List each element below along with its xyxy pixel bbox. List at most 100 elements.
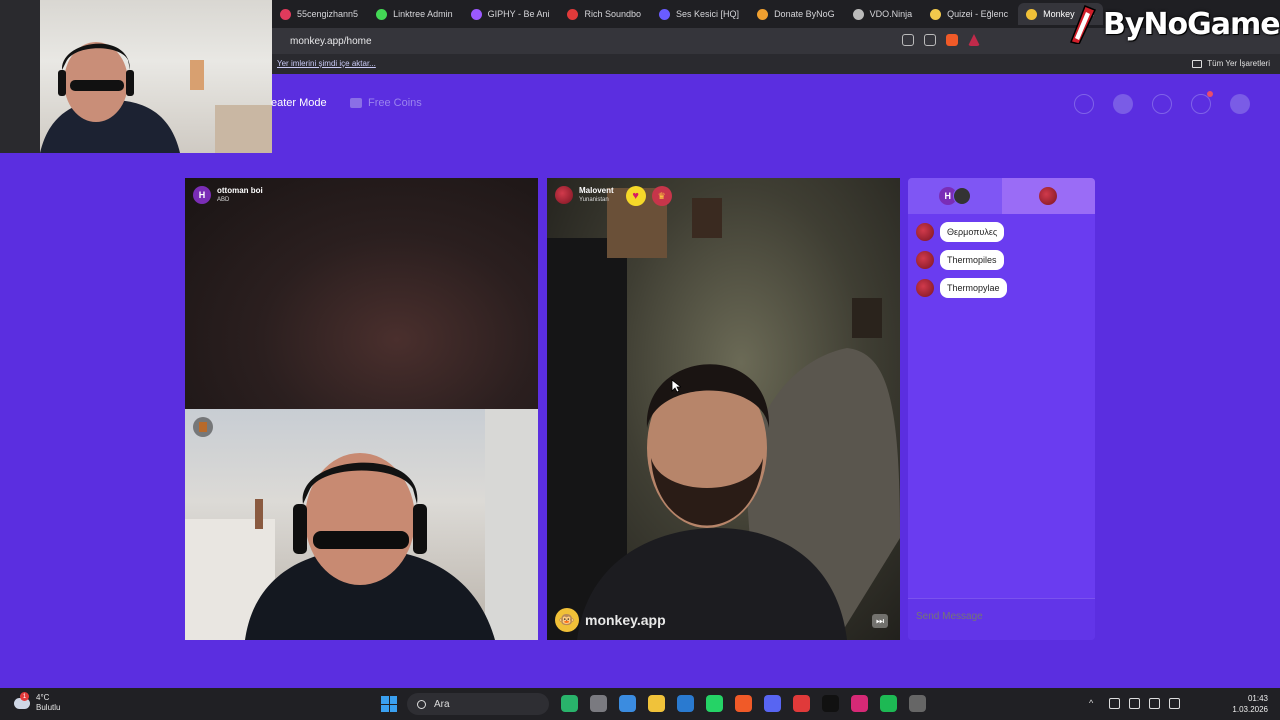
app-red-icon[interactable] xyxy=(793,695,810,712)
import-bookmarks-link[interactable]: Yer imlerini şimdi içe aktar... xyxy=(277,59,376,68)
browser-tab-label: 55cengizhann5 xyxy=(297,9,359,19)
windows-start-icon[interactable] xyxy=(381,696,397,712)
remote-video-main: Malovent Yunanistan ♥ ♛ 🐵 monkey.app ⏭ xyxy=(547,178,900,640)
windows-taskbar: 4°C Bulutlu 1 Ara ^ 01:43 1.03.2026 xyxy=(0,688,1280,720)
chat-message: Thermopiles xyxy=(916,250,1087,270)
taskbar-search-label: Ara xyxy=(434,698,450,710)
store-icon[interactable] xyxy=(619,695,636,712)
monkey-brand-text: monkey.app xyxy=(585,612,666,628)
skip-next-icon[interactable]: ⏭ xyxy=(872,614,888,628)
send-message-input[interactable] xyxy=(916,611,1086,622)
chevron-up-icon[interactable]: ^ xyxy=(1089,698,1100,709)
task-view-icon[interactable] xyxy=(590,695,607,712)
chat-message-text: Thermopylae xyxy=(940,278,1007,298)
heart-icon[interactable]: ♥ xyxy=(625,186,646,206)
chat-message-text: Thermopiles xyxy=(940,250,1004,270)
app-header: eater Mode Free Coins xyxy=(0,74,1280,138)
avatar: H xyxy=(193,186,211,204)
browser-tab-label: Linktree Admin xyxy=(393,9,453,19)
browser-tab[interactable]: Rich Soundbo xyxy=(559,3,649,25)
avatar-icon[interactable] xyxy=(1113,94,1133,114)
spotify-icon[interactable] xyxy=(880,695,897,712)
browser-tab[interactable]: Linktree Admin xyxy=(368,3,461,25)
remote-user-chip[interactable]: H ottoman boi ABD xyxy=(193,186,263,204)
browser-tab[interactable]: Donate ByNoG xyxy=(749,3,843,25)
free-coins-label: Free Coins xyxy=(368,97,422,109)
whatsapp-icon[interactable] xyxy=(706,695,723,712)
instagram-icon[interactable] xyxy=(851,695,868,712)
explorer-icon[interactable] xyxy=(648,695,665,712)
taskbar-clock[interactable]: 01:43 1.03.2026 xyxy=(1232,693,1268,715)
browser-tab[interactable]: VDO.Ninja xyxy=(845,3,921,25)
volume-icon[interactable] xyxy=(1169,698,1180,709)
mouse-cursor-icon xyxy=(671,379,681,393)
browser-tab[interactable]: 55cengizhann5 xyxy=(272,3,366,25)
dino-icon[interactable] xyxy=(561,695,578,712)
chat-tab-partner[interactable]: H xyxy=(908,178,1002,214)
chat-icon[interactable] xyxy=(1191,91,1213,114)
tab-favicon-icon xyxy=(1026,8,1038,20)
bynogame-logo-icon xyxy=(1069,5,1097,44)
brave-icon[interactable] xyxy=(735,695,752,712)
app-record-icon[interactable] xyxy=(909,695,926,712)
weather-desc: Bulutlu xyxy=(36,703,61,712)
weather-temp: 4°C xyxy=(36,693,50,702)
brave-rewards-icon[interactable] xyxy=(968,34,980,46)
brave-shield-icon[interactable] xyxy=(946,34,958,46)
folder-icon xyxy=(1192,59,1203,68)
avatar xyxy=(1039,187,1058,205)
display-icon[interactable] xyxy=(1149,698,1160,709)
chat-message: Thermopylae xyxy=(916,278,1087,298)
discord-icon[interactable] xyxy=(764,695,781,712)
search-icon[interactable] xyxy=(1074,94,1094,114)
translate-icon[interactable] xyxy=(902,34,914,46)
browser-tab[interactable]: Quizei - Eğlenc xyxy=(922,3,1016,25)
all-bookmarks-label: Tüm Yer İşaretleri xyxy=(1207,59,1270,68)
url-field[interactable]: monkey.app/home xyxy=(290,36,372,47)
remote-user-chip-main[interactable]: Malovent Yunanistan ♥ ♛ xyxy=(555,186,672,206)
tiktok-icon[interactable] xyxy=(822,695,839,712)
microphone-icon[interactable] xyxy=(1109,698,1120,709)
taskbar-search[interactable]: Ara xyxy=(407,693,549,715)
search-icon xyxy=(417,699,426,709)
keyboard-icon[interactable] xyxy=(1129,698,1140,709)
bynogame-watermark: ByNoGame xyxy=(1065,0,1280,48)
clock-time: 01:43 xyxy=(1247,694,1268,703)
gift-icon[interactable] xyxy=(193,417,213,437)
browser-tab-label: Quizei - Eğlenc xyxy=(947,9,1009,19)
free-coins-button[interactable]: Free Coins xyxy=(350,97,422,109)
chat-message: Θερμοπυλες xyxy=(916,222,1087,242)
browser-tab[interactable]: Ses Kesici [HQ] xyxy=(651,3,747,25)
tab-favicon-icon xyxy=(567,8,579,20)
chat-tab-current[interactable] xyxy=(1001,178,1095,214)
theater-mode-button[interactable]: eater Mode xyxy=(271,97,327,109)
mail-icon[interactable] xyxy=(677,695,694,712)
avatar xyxy=(952,187,971,205)
send-message-box xyxy=(908,598,1095,640)
tab-favicon-icon xyxy=(659,8,671,20)
browser-tab-label: VDO.Ninja xyxy=(869,9,913,19)
tab-favicon-icon xyxy=(470,8,482,20)
remote-video-top: H ottoman boi ABD xyxy=(185,178,538,409)
chat-panel: H Θερμοπυλες Thermopiles Thermopylae xyxy=(908,178,1095,640)
browser-tab[interactable]: GIPHY - Be Ani xyxy=(463,3,558,25)
share-icon[interactable] xyxy=(924,34,936,46)
remote-video-image xyxy=(547,188,900,640)
clock-icon[interactable] xyxy=(1152,94,1172,114)
remote-username: ottoman boi xyxy=(217,186,263,195)
tab-favicon-icon xyxy=(280,8,291,20)
notification-dot xyxy=(1207,91,1213,97)
all-bookmarks-button[interactable]: Tüm Yer İşaretleri xyxy=(1192,59,1270,68)
profile-icon[interactable] xyxy=(1230,94,1250,114)
chat-message-text: Θερμοπυλες xyxy=(940,222,1005,242)
tab-favicon-icon xyxy=(930,8,942,20)
self-video-image xyxy=(185,409,538,640)
browser-tab-label: Donate ByNoG xyxy=(774,9,835,19)
browser-tab-label: Rich Soundbo xyxy=(584,9,642,19)
clock-date: 1.03.2026 xyxy=(1232,705,1268,714)
system-tray: ^ xyxy=(1089,698,1180,709)
crown-icon[interactable]: ♛ xyxy=(651,186,672,206)
browser-tab-label: GIPHY - Be Ani xyxy=(487,9,550,19)
avatar xyxy=(916,251,934,269)
self-video xyxy=(185,409,538,640)
